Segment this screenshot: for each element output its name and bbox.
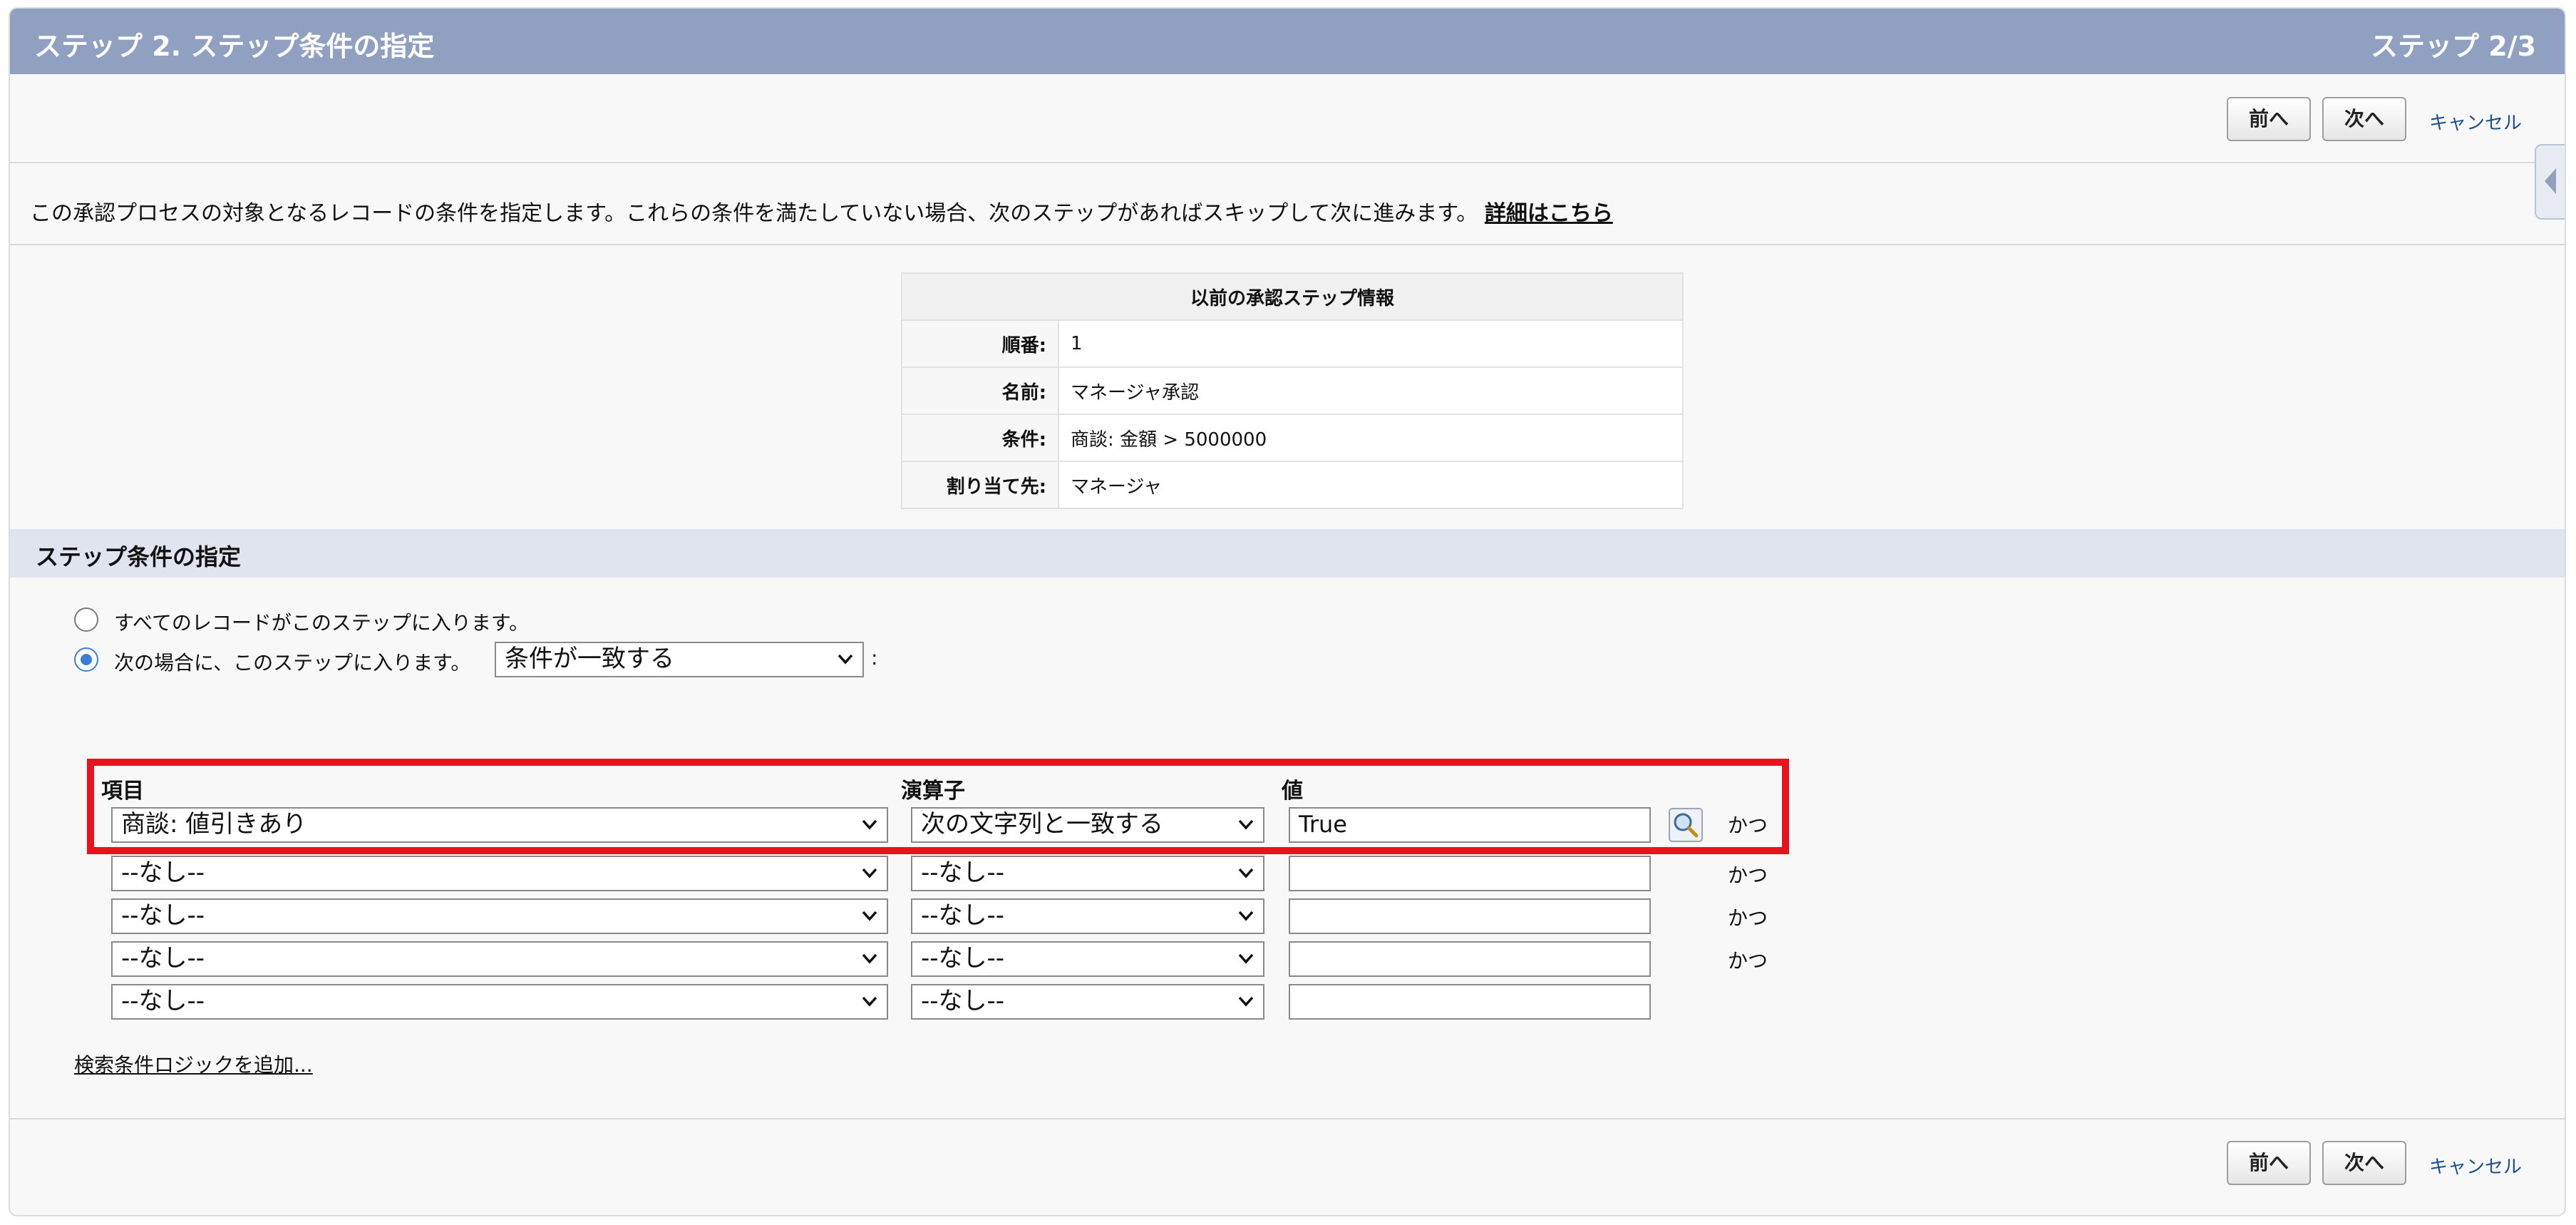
chevron-down-icon bbox=[862, 868, 877, 878]
chevron-down-icon bbox=[1238, 911, 1254, 921]
radio-if-condition-label: 次の場合に、このステップに入ります。 bbox=[114, 651, 471, 675]
section-header: ステップ条件の指定 bbox=[10, 529, 2565, 578]
divider bbox=[10, 162, 2565, 163]
title-bar: ステップ 2. ステップ条件の指定 ステップ 2/3 bbox=[10, 9, 2565, 74]
page-title: ステップ 2. ステップ条件の指定 bbox=[34, 31, 435, 62]
conjunction-and: かつ bbox=[1728, 863, 1768, 887]
operator-select-value: --なし-- bbox=[921, 901, 1005, 930]
field-select-value: --なし-- bbox=[121, 987, 205, 1015]
field-select[interactable]: --なし-- bbox=[111, 856, 888, 891]
highlight-box bbox=[87, 759, 1789, 854]
info-label: 順番: bbox=[901, 319, 1059, 368]
cancel-link-bottom[interactable]: キャンセル bbox=[2429, 1152, 2522, 1179]
divider bbox=[10, 1118, 2565, 1119]
details-link[interactable]: 詳細はこちら bbox=[1485, 201, 1613, 226]
radio-all-records-label: すべてのレコードがこのステップに入ります。 bbox=[114, 611, 530, 635]
wizard-panel: ステップ 2. ステップ条件の指定 ステップ 2/3 前へ 次へ キャンセル こ… bbox=[9, 7, 2566, 1216]
info-value: マネージャ bbox=[1058, 461, 1684, 509]
prev-button-top[interactable]: 前へ bbox=[2227, 97, 2311, 141]
description-text: この承認プロセスの対象となるレコードの条件を指定します。これらの条件を満たしてい… bbox=[30, 201, 1478, 226]
value-input[interactable] bbox=[1289, 984, 1651, 1020]
operator-select-value: --なし-- bbox=[921, 858, 1005, 887]
next-button-top[interactable]: 次へ bbox=[2322, 97, 2406, 141]
section-title: ステップ条件の指定 bbox=[36, 543, 242, 570]
table-row: 割り当て先: マネージャ bbox=[901, 461, 1684, 509]
field-select-value: --なし-- bbox=[121, 944, 205, 973]
table-row: 名前: マネージャ承認 bbox=[901, 367, 1684, 415]
field-select[interactable]: --なし-- bbox=[111, 898, 888, 934]
operator-select[interactable]: --なし-- bbox=[911, 984, 1264, 1020]
field-select[interactable]: --なし-- bbox=[111, 984, 888, 1020]
operator-select[interactable]: --なし-- bbox=[911, 856, 1264, 891]
operator-select-value: --なし-- bbox=[921, 987, 1005, 1015]
info-label: 割り当て先: bbox=[901, 461, 1059, 509]
prev-button-bottom[interactable]: 前へ bbox=[2227, 1141, 2311, 1185]
condition-match-value: 条件が一致する bbox=[505, 645, 674, 673]
conjunction-and: かつ bbox=[1728, 906, 1768, 930]
previous-step-header: 以前の承認ステップ情報 bbox=[901, 272, 1684, 321]
step-indicator: ステップ 2/3 bbox=[2371, 31, 2536, 62]
next-button-bottom[interactable]: 次へ bbox=[2322, 1141, 2406, 1185]
field-select-value: --なし-- bbox=[121, 858, 205, 887]
previous-step-info-table: 以前の承認ステップ情報 順番: 1 名前: マネージャ承認 条件: 商談: 金額… bbox=[901, 272, 1684, 509]
chevron-down-icon bbox=[838, 654, 853, 665]
conjunction-and: かつ bbox=[1728, 949, 1768, 973]
cancel-link-top[interactable]: キャンセル bbox=[2429, 108, 2522, 135]
table-row: 条件: 商談: 金額 > 5000000 bbox=[901, 414, 1684, 462]
operator-select-value: --なし-- bbox=[921, 944, 1005, 973]
info-label: 条件: bbox=[901, 414, 1059, 462]
info-value: 1 bbox=[1058, 319, 1684, 368]
description: この承認プロセスの対象となるレコードの条件を指定します。これらの条件を満たしてい… bbox=[30, 195, 1613, 227]
operator-select[interactable]: --なし-- bbox=[911, 898, 1264, 934]
info-label: 名前: bbox=[901, 367, 1059, 415]
sidebar-toggle-icon[interactable] bbox=[2535, 144, 2565, 220]
divider bbox=[10, 244, 2565, 245]
value-input[interactable] bbox=[1289, 898, 1651, 934]
add-filter-logic-link[interactable]: 検索条件ロジックを追加... bbox=[74, 1050, 313, 1078]
chevron-down-icon bbox=[1238, 996, 1254, 1007]
table-row: 順番: 1 bbox=[901, 319, 1684, 368]
chevron-down-icon bbox=[1238, 953, 1254, 964]
field-select[interactable]: --なし-- bbox=[111, 941, 888, 977]
colon: : bbox=[871, 646, 878, 670]
info-value: マネージャ承認 bbox=[1058, 367, 1684, 415]
info-value: 商談: 金額 > 5000000 bbox=[1058, 414, 1684, 462]
chevron-down-icon bbox=[862, 953, 877, 964]
radio-if-condition[interactable] bbox=[74, 647, 98, 672]
chevron-down-icon bbox=[862, 911, 877, 921]
field-select-value: --なし-- bbox=[121, 901, 205, 930]
chevron-down-icon bbox=[862, 996, 877, 1007]
condition-match-select[interactable]: 条件が一致する bbox=[495, 642, 864, 677]
value-input[interactable] bbox=[1289, 856, 1651, 891]
radio-all-records[interactable] bbox=[74, 608, 98, 632]
chevron-down-icon bbox=[1238, 868, 1254, 878]
value-input[interactable] bbox=[1289, 941, 1651, 977]
operator-select[interactable]: --なし-- bbox=[911, 941, 1264, 977]
